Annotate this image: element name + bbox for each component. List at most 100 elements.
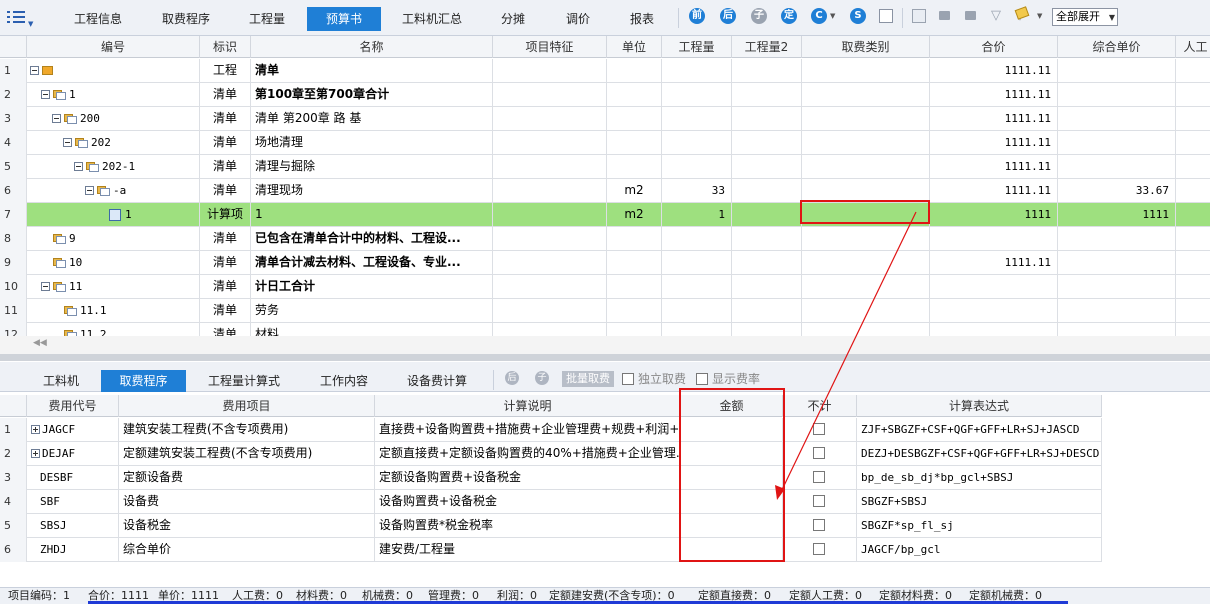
fee-row[interactable]: 6 ZHDJ 综合单价 建安费/工程量 JAGCF/bp_gcl xyxy=(0,538,1102,562)
feature-cell[interactable] xyxy=(493,131,607,155)
fee-desc-cell[interactable]: 设备购置费+设备税金 xyxy=(375,490,681,514)
fee-exclude-cell[interactable] xyxy=(783,442,857,466)
row-number[interactable]: 2 xyxy=(0,83,27,107)
unit-price-cell[interactable] xyxy=(1058,251,1176,275)
fee-code-cell[interactable]: ZHDJ xyxy=(27,538,119,562)
qty-cell[interactable]: 33 xyxy=(662,179,732,203)
table-row[interactable]: 9 10 清单 清单合计减去材料、工程设备、专业... 1111.11 xyxy=(0,251,1210,275)
col-qty2[interactable]: 工程量2 xyxy=(732,36,802,58)
code-cell[interactable]: -a xyxy=(27,179,200,203)
table-row[interactable]: 1 工程 清单 1111.11 xyxy=(0,59,1210,83)
fee-row[interactable]: 3 DESBF 定额设备费 定额设备购置费+设备税金 bp_de_sb_dj*bp_gc… xyxy=(0,466,1102,490)
col-code[interactable]: 编号 xyxy=(27,36,200,58)
qty-cell[interactable] xyxy=(662,299,732,323)
collapse-icon[interactable] xyxy=(52,114,61,123)
qty-cell[interactable] xyxy=(662,251,732,275)
qty2-cell[interactable] xyxy=(732,227,802,251)
tag-cell[interactable]: 清单 xyxy=(200,251,251,275)
code-cell[interactable]: 9 xyxy=(27,227,200,251)
table-row[interactable]: 10 11 清单 计日工合计 xyxy=(0,275,1210,299)
quota-icon[interactable]: 定 xyxy=(781,8,797,24)
code-cell[interactable]: 202 xyxy=(27,131,200,155)
tab-quantity-formula[interactable]: 工程量计算式 xyxy=(196,370,292,392)
table-row[interactable]: 7 1 计算项 1 m2 1 1111 1111 xyxy=(0,203,1210,227)
unit-price-cell[interactable] xyxy=(1058,59,1176,83)
pane-splitter[interactable] xyxy=(0,354,1210,361)
tab-lower-fee-procedure[interactable]: 取费程序 xyxy=(101,370,186,392)
tag-cell[interactable]: 清单 xyxy=(200,83,251,107)
table-row[interactable]: 11 11.1 清单 劳务 xyxy=(0,299,1210,323)
col-feature[interactable]: 项目特征 xyxy=(493,36,607,58)
fee-expression-cell[interactable]: SBGZF+SBSJ xyxy=(857,490,1102,514)
name-cell[interactable]: 清理现场 xyxy=(251,179,493,203)
scroll-left-icon[interactable]: ◀◀ xyxy=(33,338,47,348)
fee-item-cell[interactable]: 综合单价 xyxy=(119,538,375,562)
total-cell[interactable]: 1111.11 xyxy=(930,83,1058,107)
name-cell[interactable]: 计日工合计 xyxy=(251,275,493,299)
row-number[interactable]: 6 xyxy=(0,179,27,203)
total-cell[interactable]: 1111.11 xyxy=(930,179,1058,203)
price-icon[interactable]: 子 xyxy=(751,8,767,24)
unit-price-cell[interactable] xyxy=(1058,275,1176,299)
code-cell[interactable]: 11 xyxy=(27,275,200,299)
qty2-cell[interactable] xyxy=(732,131,802,155)
name-cell[interactable]: 场地清理 xyxy=(251,131,493,155)
col-qty[interactable]: 工程量 xyxy=(662,36,732,58)
labor-cell[interactable] xyxy=(1176,275,1210,299)
feature-cell[interactable] xyxy=(493,107,607,131)
total-cell[interactable]: 1111 xyxy=(930,203,1058,227)
qty-cell[interactable] xyxy=(662,59,732,83)
feature-cell[interactable] xyxy=(493,83,607,107)
fee-row[interactable]: 1 JAGCF 建筑安装工程费(不含专项费用) 直接费+设备购置费+措施费+企业管理费… xyxy=(0,418,1102,442)
horizontal-scrollbar[interactable]: ◀◀ xyxy=(0,336,1210,354)
total-cell[interactable]: 1111.11 xyxy=(930,251,1058,275)
code-cell[interactable]: 1 xyxy=(27,83,200,107)
fee-category-cell[interactable] xyxy=(802,155,930,179)
row-number[interactable]: 3 xyxy=(0,107,27,131)
fee-category-cell[interactable] xyxy=(802,83,930,107)
qty2-cell[interactable] xyxy=(732,299,802,323)
exclude-checkbox[interactable] xyxy=(813,423,825,435)
unit-price-cell[interactable]: 33.67 xyxy=(1058,179,1176,203)
exclude-checkbox[interactable] xyxy=(813,519,825,531)
tab-allocation[interactable]: 分摊 xyxy=(486,7,540,31)
tag-cell[interactable]: 清单 xyxy=(200,227,251,251)
qty2-cell[interactable] xyxy=(732,251,802,275)
collapse-icon[interactable] xyxy=(41,90,50,99)
qty-cell[interactable] xyxy=(662,107,732,131)
collapse-icon[interactable] xyxy=(85,186,94,195)
fee-exclude-cell[interactable] xyxy=(783,514,857,538)
row-number[interactable]: 5 xyxy=(0,155,27,179)
name-cell[interactable]: 清单 xyxy=(251,59,493,83)
fee-exclude-cell[interactable] xyxy=(783,538,857,562)
name-cell[interactable]: 清理与掘除 xyxy=(251,155,493,179)
feature-cell[interactable] xyxy=(493,59,607,83)
fee-expression-cell[interactable]: DEZJ+DESBGZF+CSF+QGF+GFF+LR+SJ+DESCD... xyxy=(857,442,1102,466)
unit-cell[interactable] xyxy=(607,155,662,179)
fee-row[interactable]: 2 DEJAF 定额建筑安装工程费(不含专项费用) 定额直接费+定额设备购置费的40%… xyxy=(0,442,1102,466)
expand-level-select[interactable]: 全部展开 ▼ xyxy=(1052,8,1118,26)
tab-fee-procedure[interactable]: 取费程序 xyxy=(150,7,222,31)
unit-cell[interactable] xyxy=(607,107,662,131)
col-unit[interactable]: 单位 xyxy=(607,36,662,58)
tab-project-info[interactable]: 工程信息 xyxy=(60,7,136,31)
name-cell[interactable]: 1 xyxy=(251,203,493,227)
tab-work-content[interactable]: 工作内容 xyxy=(306,370,382,392)
total-cell[interactable] xyxy=(930,227,1058,251)
fee-col-expression[interactable]: 计算表达式 xyxy=(857,395,1102,417)
unit-price-cell[interactable]: 1111 xyxy=(1058,203,1176,227)
col-tag[interactable]: 标识 xyxy=(200,36,251,58)
fee-col-item[interactable]: 费用项目 xyxy=(119,395,375,417)
labor-cell[interactable] xyxy=(1176,299,1210,323)
fee-category-cell[interactable] xyxy=(802,131,930,155)
unit-price-cell[interactable] xyxy=(1058,155,1176,179)
unit-cell[interactable] xyxy=(607,83,662,107)
collapse-icon[interactable] xyxy=(41,282,50,291)
labor-cell[interactable] xyxy=(1176,83,1210,107)
fee-col-desc[interactable]: 计算说明 xyxy=(375,395,681,417)
unit-price-cell[interactable] xyxy=(1058,83,1176,107)
feature-cell[interactable] xyxy=(493,299,607,323)
qty2-cell[interactable] xyxy=(732,275,802,299)
feature-cell[interactable] xyxy=(493,203,607,227)
c-icon[interactable]: C xyxy=(811,8,827,24)
